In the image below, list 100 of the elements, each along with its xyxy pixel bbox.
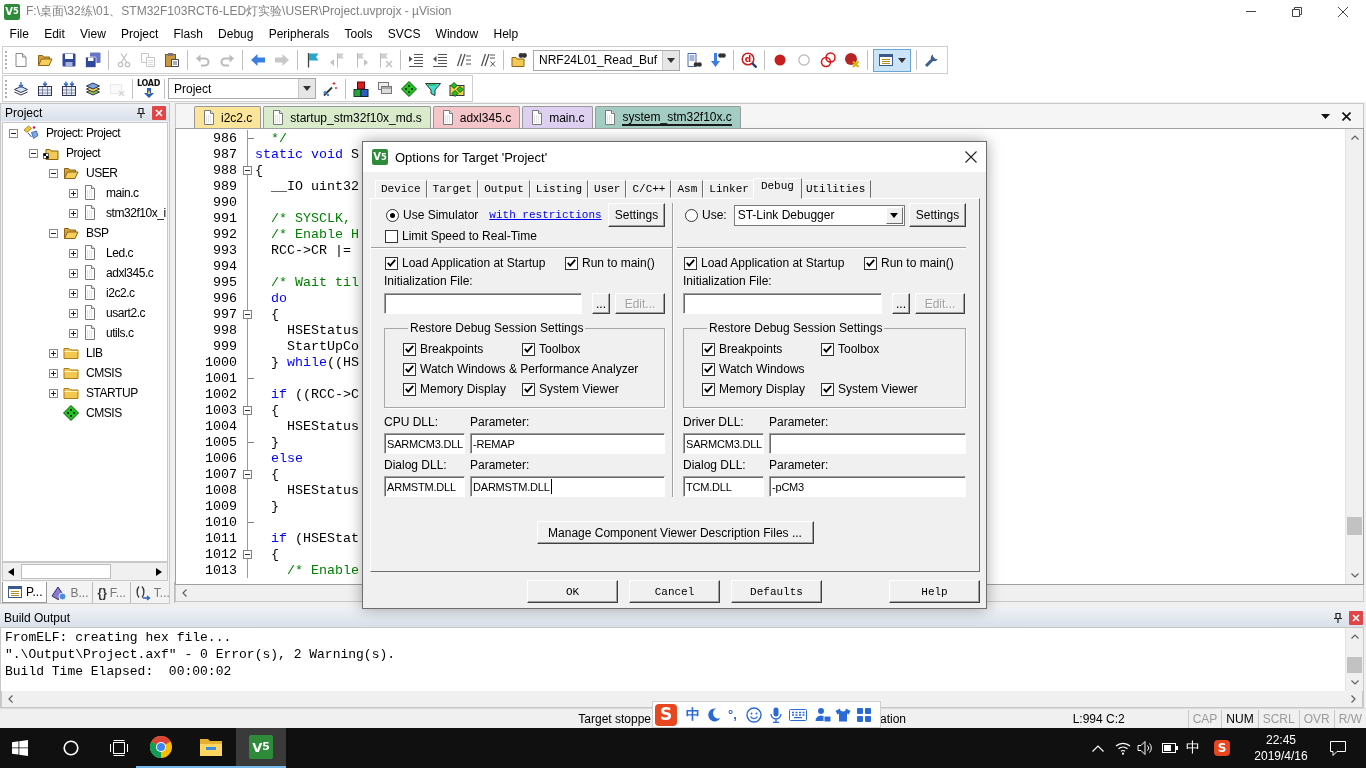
checkbox[interactable]: [702, 342, 715, 356]
input-field[interactable]: [769, 433, 966, 454]
dialog-tab[interactable]: Asm: [671, 180, 704, 198]
pin-icon[interactable]: [1334, 612, 1342, 623]
filled-circle-icon[interactable]: [772, 52, 788, 68]
collapse-icon[interactable]: [243, 309, 252, 319]
tree-item[interactable]: utils.c: [106, 326, 134, 340]
punctuation-mode[interactable]: °,: [728, 707, 737, 722]
scrollbar[interactable]: [1345, 129, 1363, 584]
arrow-binoculars-icon[interactable]: [710, 52, 726, 68]
tree-item[interactable]: stm32f10x_i: [106, 206, 166, 220]
scroll-down-icon[interactable]: [1350, 680, 1359, 685]
file-tab[interactable]: main.c: [522, 106, 594, 128]
checkbox[interactable]: [403, 342, 416, 356]
flag-icon[interactable]: [305, 52, 321, 68]
debugger-dropdown[interactable]: ST-Link Debugger: [733, 204, 905, 226]
checkbox[interactable]: [403, 382, 416, 396]
browse-button[interactable]: ...: [892, 293, 910, 314]
person-icon[interactable]: [814, 706, 831, 723]
menu-item[interactable]: Flash: [165, 27, 211, 41]
tree-item[interactable]: BSP: [86, 226, 109, 240]
menu-item[interactable]: File: [2, 27, 37, 41]
shirt-icon[interactable]: [834, 707, 851, 722]
expand-icon[interactable]: [69, 208, 78, 218]
input-field[interactable]: [683, 293, 882, 314]
checkbox[interactable]: [403, 362, 416, 376]
settings-button[interactable]: Settings: [608, 203, 665, 227]
scrollbar[interactable]: [1345, 628, 1363, 691]
dialog-tab[interactable]: Debug: [752, 178, 802, 199]
expand-icon[interactable]: [69, 268, 78, 278]
expand-icon[interactable]: [69, 248, 78, 258]
menu-item[interactable]: Edit: [36, 27, 73, 41]
input-field[interactable]: [384, 293, 582, 314]
expand-icon[interactable]: [69, 188, 78, 198]
checkbox[interactable]: [702, 362, 715, 376]
dialog-tab[interactable]: User: [588, 180, 627, 198]
clipboard-icon[interactable]: [164, 52, 180, 68]
dialog-button[interactable]: Defaults: [731, 580, 822, 603]
ime-logo[interactable]: S: [655, 703, 677, 726]
tree-item[interactable]: USER: [86, 166, 118, 180]
keyboard-icon[interactable]: [788, 708, 807, 721]
panel-tab[interactable]: B...: [47, 582, 94, 603]
checkbox[interactable]: [821, 342, 834, 356]
scroll-right-icon[interactable]: [156, 567, 162, 576]
new-file-icon[interactable]: [13, 52, 29, 68]
wifi-icon[interactable]: [1115, 741, 1131, 755]
indent-icon[interactable]: [408, 52, 424, 68]
tree-item[interactable]: adxl345.c: [106, 266, 154, 280]
dialog-tab[interactable]: Output: [478, 180, 530, 198]
task-view-icon[interactable]: [110, 740, 128, 756]
dropdown[interactable]: NRF24L01_Read_Buf: [533, 49, 680, 71]
ime-logo[interactable]: S: [1214, 740, 1230, 756]
tree-item[interactable]: usart2.c: [106, 306, 146, 320]
scroll-left-icon[interactable]: [8, 567, 14, 576]
dialog-button[interactable]: OK: [527, 580, 618, 603]
collapse-icon[interactable]: [9, 128, 18, 138]
dialog-button[interactable]: Help: [889, 580, 980, 603]
wrench-icon[interactable]: [924, 52, 940, 68]
collapse-icon[interactable]: [243, 405, 252, 415]
search-icon[interactable]: [63, 740, 79, 756]
clock-date[interactable]: 2019/4/16: [1254, 748, 1308, 764]
speaker-icon[interactable]: [1137, 741, 1153, 755]
stacked-disks-icon[interactable]: [85, 52, 101, 68]
manage-files-button[interactable]: Manage Component Viewer Description Files ...: [536, 521, 814, 544]
close-icon[interactable]: [965, 151, 977, 163]
menu-item[interactable]: View: [72, 27, 114, 41]
checkbox[interactable]: [385, 229, 398, 243]
smiley-icon[interactable]: [745, 706, 762, 723]
close-icon[interactable]: [1342, 111, 1351, 121]
dialog-tab[interactable]: Target: [426, 180, 479, 198]
battery-icon[interactable]: [1162, 743, 1178, 753]
file-tab[interactable]: i2c2.c: [194, 106, 262, 128]
tree-item[interactable]: CMSIS: [86, 406, 122, 420]
input-field[interactable]: DARMSTM.DLL: [470, 476, 665, 497]
expand-icon[interactable]: [49, 368, 58, 378]
grid-arrows-icon[interactable]: [61, 80, 77, 97]
input-field[interactable]: ARMSTM.DLL: [384, 476, 465, 497]
magnifier-icon[interactable]: d: [741, 52, 757, 68]
expand-icon[interactable]: [49, 388, 58, 398]
collapse-icon[interactable]: [49, 228, 58, 238]
panel-tab[interactable]: P...: [2, 582, 48, 603]
slashes-cross-icon[interactable]: [480, 52, 496, 68]
funnel-icon[interactable]: [425, 80, 442, 97]
collapse-icon[interactable]: [49, 168, 58, 178]
left-arrow-icon[interactable]: [250, 52, 266, 68]
clock-time[interactable]: 22:45: [1266, 732, 1296, 748]
expand-icon[interactable]: [69, 328, 78, 338]
grid-arrow-icon[interactable]: [37, 80, 53, 97]
layout-button[interactable]: [873, 48, 911, 72]
dialog-button[interactable]: Cancel: [629, 580, 720, 603]
menu-item[interactable]: Help: [485, 27, 526, 41]
expand-icon[interactable]: [49, 348, 58, 358]
dialog-tab[interactable]: Utilities: [799, 180, 872, 198]
menu-item[interactable]: SVCS: [380, 27, 428, 41]
grid-icon[interactable]: [856, 707, 871, 722]
scrollbar[interactable]: [2, 562, 168, 581]
pin-icon[interactable]: [137, 107, 145, 118]
scroll-up-icon[interactable]: [1350, 634, 1359, 639]
input-field[interactable]: SARMCM3.DLL: [384, 433, 465, 454]
box-diamonds-icon[interactable]: [449, 80, 466, 97]
